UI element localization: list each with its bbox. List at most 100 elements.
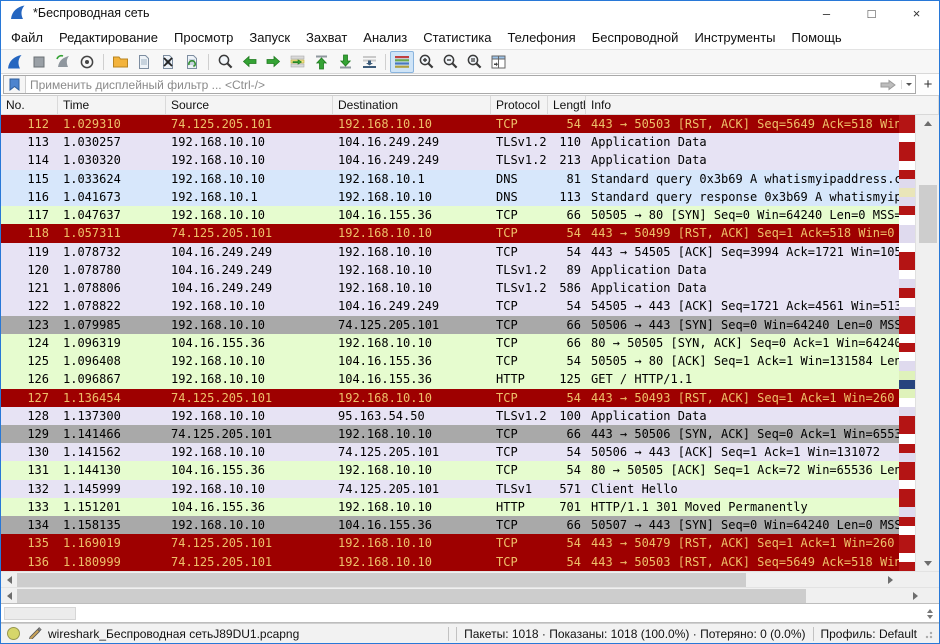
menu-item-7[interactable]: Телефония xyxy=(499,27,583,48)
packet-row[interactable]: 1331.151201104.16.155.36192.168.10.10HTT… xyxy=(1,498,899,516)
cell-time: 1.137300 xyxy=(58,407,166,425)
add-filter-button[interactable]: + xyxy=(919,75,937,94)
stop-capture-icon[interactable] xyxy=(27,51,51,73)
cell-time: 1.057311 xyxy=(58,224,166,242)
filter-dropdown-caret[interactable] xyxy=(901,80,915,89)
close-file-icon[interactable] xyxy=(156,51,180,73)
column-header-time[interactable]: Time xyxy=(58,96,166,114)
display-filter-input[interactable] xyxy=(26,78,875,92)
filter-bookmark-icon[interactable] xyxy=(4,76,26,93)
menu-item-8[interactable]: Беспроводной xyxy=(584,27,687,48)
packet-row[interactable]: 1201.078780104.16.249.249192.168.10.10TL… xyxy=(1,261,899,279)
close-button[interactable]: × xyxy=(894,1,939,25)
scroll-down-arrow[interactable] xyxy=(916,555,939,571)
menu-item-10[interactable]: Помощь xyxy=(784,27,850,48)
horizontal-scrollbar-bottom[interactable] xyxy=(1,587,939,603)
collapsed-pane-box xyxy=(4,607,76,620)
find-packet-icon[interactable] xyxy=(213,51,237,73)
goto-packet-icon[interactable] xyxy=(285,51,309,73)
apply-filter-button[interactable] xyxy=(875,79,901,91)
resize-columns-icon[interactable] xyxy=(486,51,510,73)
column-header-protocol[interactable]: Protocol xyxy=(491,96,548,114)
menu-item-4[interactable]: Захват xyxy=(298,27,355,48)
column-header-info[interactable]: Info xyxy=(586,96,939,114)
cell-length: 54 xyxy=(548,553,586,571)
cell-destination: 192.168.10.10 xyxy=(333,279,491,297)
packet-row[interactable]: 1161.041673192.168.10.1192.168.10.10DNS1… xyxy=(1,188,899,206)
start-capture-icon[interactable] xyxy=(3,51,27,73)
vertical-scroll-thumb[interactable] xyxy=(919,185,937,243)
last-packet-icon[interactable] xyxy=(333,51,357,73)
column-header-no[interactable]: No. xyxy=(1,96,58,114)
packet-row[interactable]: 1321.145999192.168.10.1074.125.205.101TL… xyxy=(1,480,899,498)
packet-row[interactable]: 1301.141562192.168.10.1074.125.205.101TC… xyxy=(1,443,899,461)
menu-item-3[interactable]: Запуск xyxy=(241,27,298,48)
menu-item-0[interactable]: Файл xyxy=(3,27,51,48)
save-file-icon[interactable] xyxy=(132,51,156,73)
horizontal-scroll-thumb[interactable] xyxy=(17,589,806,603)
menu-item-2[interactable]: Просмотр xyxy=(166,27,241,48)
horizontal-scroll-thumb[interactable] xyxy=(17,573,746,587)
previous-packet-icon[interactable] xyxy=(237,51,261,73)
packet-row[interactable]: 1251.096408192.168.10.10104.16.155.36TCP… xyxy=(1,352,899,370)
column-header-destination[interactable]: Destination xyxy=(333,96,491,114)
column-header-length[interactable]: Length xyxy=(548,96,586,114)
packet-row[interactable]: 1271.13645474.125.205.101192.168.10.10TC… xyxy=(1,389,899,407)
vertical-scrollbar[interactable] xyxy=(915,115,939,571)
minimap-stripe xyxy=(899,398,915,407)
menu-item-6[interactable]: Статистика xyxy=(415,27,499,48)
zoom-out-icon[interactable] xyxy=(438,51,462,73)
packet-row[interactable]: 1211.078806104.16.249.249192.168.10.10TL… xyxy=(1,279,899,297)
packet-row[interactable]: 1311.144130104.16.155.36192.168.10.10TCP… xyxy=(1,461,899,479)
packet-row[interactable]: 1351.16901974.125.205.101192.168.10.10TC… xyxy=(1,534,899,552)
colorize-packets-icon[interactable] xyxy=(390,51,414,73)
zoom-in-icon[interactable] xyxy=(414,51,438,73)
cell-time: 1.096408 xyxy=(58,352,166,370)
scroll-left-arrow[interactable] xyxy=(1,588,17,604)
minimap-stripe xyxy=(899,507,915,516)
scroll-right-arrow[interactable] xyxy=(907,588,923,604)
cell-source: 192.168.10.10 xyxy=(166,516,333,534)
menu-item-1[interactable]: Редактирование xyxy=(51,27,166,48)
resize-grip[interactable] xyxy=(923,629,933,639)
statusbar-divider xyxy=(456,627,457,641)
cell-destination: 192.168.10.10 xyxy=(333,461,491,479)
horizontal-scrollbar-top[interactable] xyxy=(1,571,939,587)
packet-row[interactable]: 1131.030257192.168.10.10104.16.249.249TL… xyxy=(1,133,899,151)
minimize-button[interactable]: – xyxy=(804,1,849,25)
packet-row[interactable]: 1221.078822192.168.10.10104.16.249.249TC… xyxy=(1,297,899,315)
packet-row[interactable]: 1261.096867192.168.10.10104.16.155.36HTT… xyxy=(1,370,899,388)
scroll-right-arrow[interactable] xyxy=(882,572,898,588)
packet-row[interactable]: 1361.18099974.125.205.101192.168.10.10TC… xyxy=(1,553,899,571)
maximize-button[interactable]: □ xyxy=(849,1,894,25)
minimap-stripe xyxy=(899,526,915,535)
restart-capture-icon[interactable] xyxy=(51,51,75,73)
pane-spinner[interactable] xyxy=(927,606,933,622)
column-header-source[interactable]: Source xyxy=(166,96,333,114)
first-packet-icon[interactable] xyxy=(309,51,333,73)
packet-row[interactable]: 1241.096319104.16.155.36192.168.10.10TCP… xyxy=(1,334,899,352)
capture-options-icon[interactable] xyxy=(75,51,99,73)
zoom-reset-icon[interactable] xyxy=(462,51,486,73)
menu-item-9[interactable]: Инструменты xyxy=(686,27,783,48)
menu-item-5[interactable]: Анализ xyxy=(355,27,415,48)
capture-comment-icon[interactable] xyxy=(28,625,42,642)
scroll-up-arrow[interactable] xyxy=(916,115,939,131)
packet-row[interactable]: 1231.079985192.168.10.1074.125.205.101TC… xyxy=(1,316,899,334)
packet-row[interactable]: 1191.078732104.16.249.249192.168.10.10TC… xyxy=(1,243,899,261)
packet-row[interactable]: 1341.158135192.168.10.10104.16.155.36TCP… xyxy=(1,516,899,534)
packet-row[interactable]: 1181.05731174.125.205.101192.168.10.10TC… xyxy=(1,224,899,242)
packet-row[interactable]: 1151.033624192.168.10.10192.168.10.1DNS8… xyxy=(1,170,899,188)
open-file-icon[interactable] xyxy=(108,51,132,73)
packet-row[interactable]: 1281.137300192.168.10.1095.163.54.50TLSv… xyxy=(1,407,899,425)
expert-info-icon[interactable] xyxy=(7,627,20,640)
packet-row[interactable]: 1141.030320192.168.10.10104.16.249.249TL… xyxy=(1,151,899,169)
packet-row[interactable]: 1291.14146674.125.205.101192.168.10.10TC… xyxy=(1,425,899,443)
profile-selector[interactable]: Профиль: Default xyxy=(821,627,918,641)
reload-file-icon[interactable] xyxy=(180,51,204,73)
scroll-left-arrow[interactable] xyxy=(1,572,17,588)
packet-row[interactable]: 1171.047637192.168.10.10104.16.155.36TCP… xyxy=(1,206,899,224)
auto-scroll-icon[interactable] xyxy=(357,51,381,73)
next-packet-icon[interactable] xyxy=(261,51,285,73)
packet-row[interactable]: 1121.02931074.125.205.101192.168.10.10TC… xyxy=(1,115,899,133)
